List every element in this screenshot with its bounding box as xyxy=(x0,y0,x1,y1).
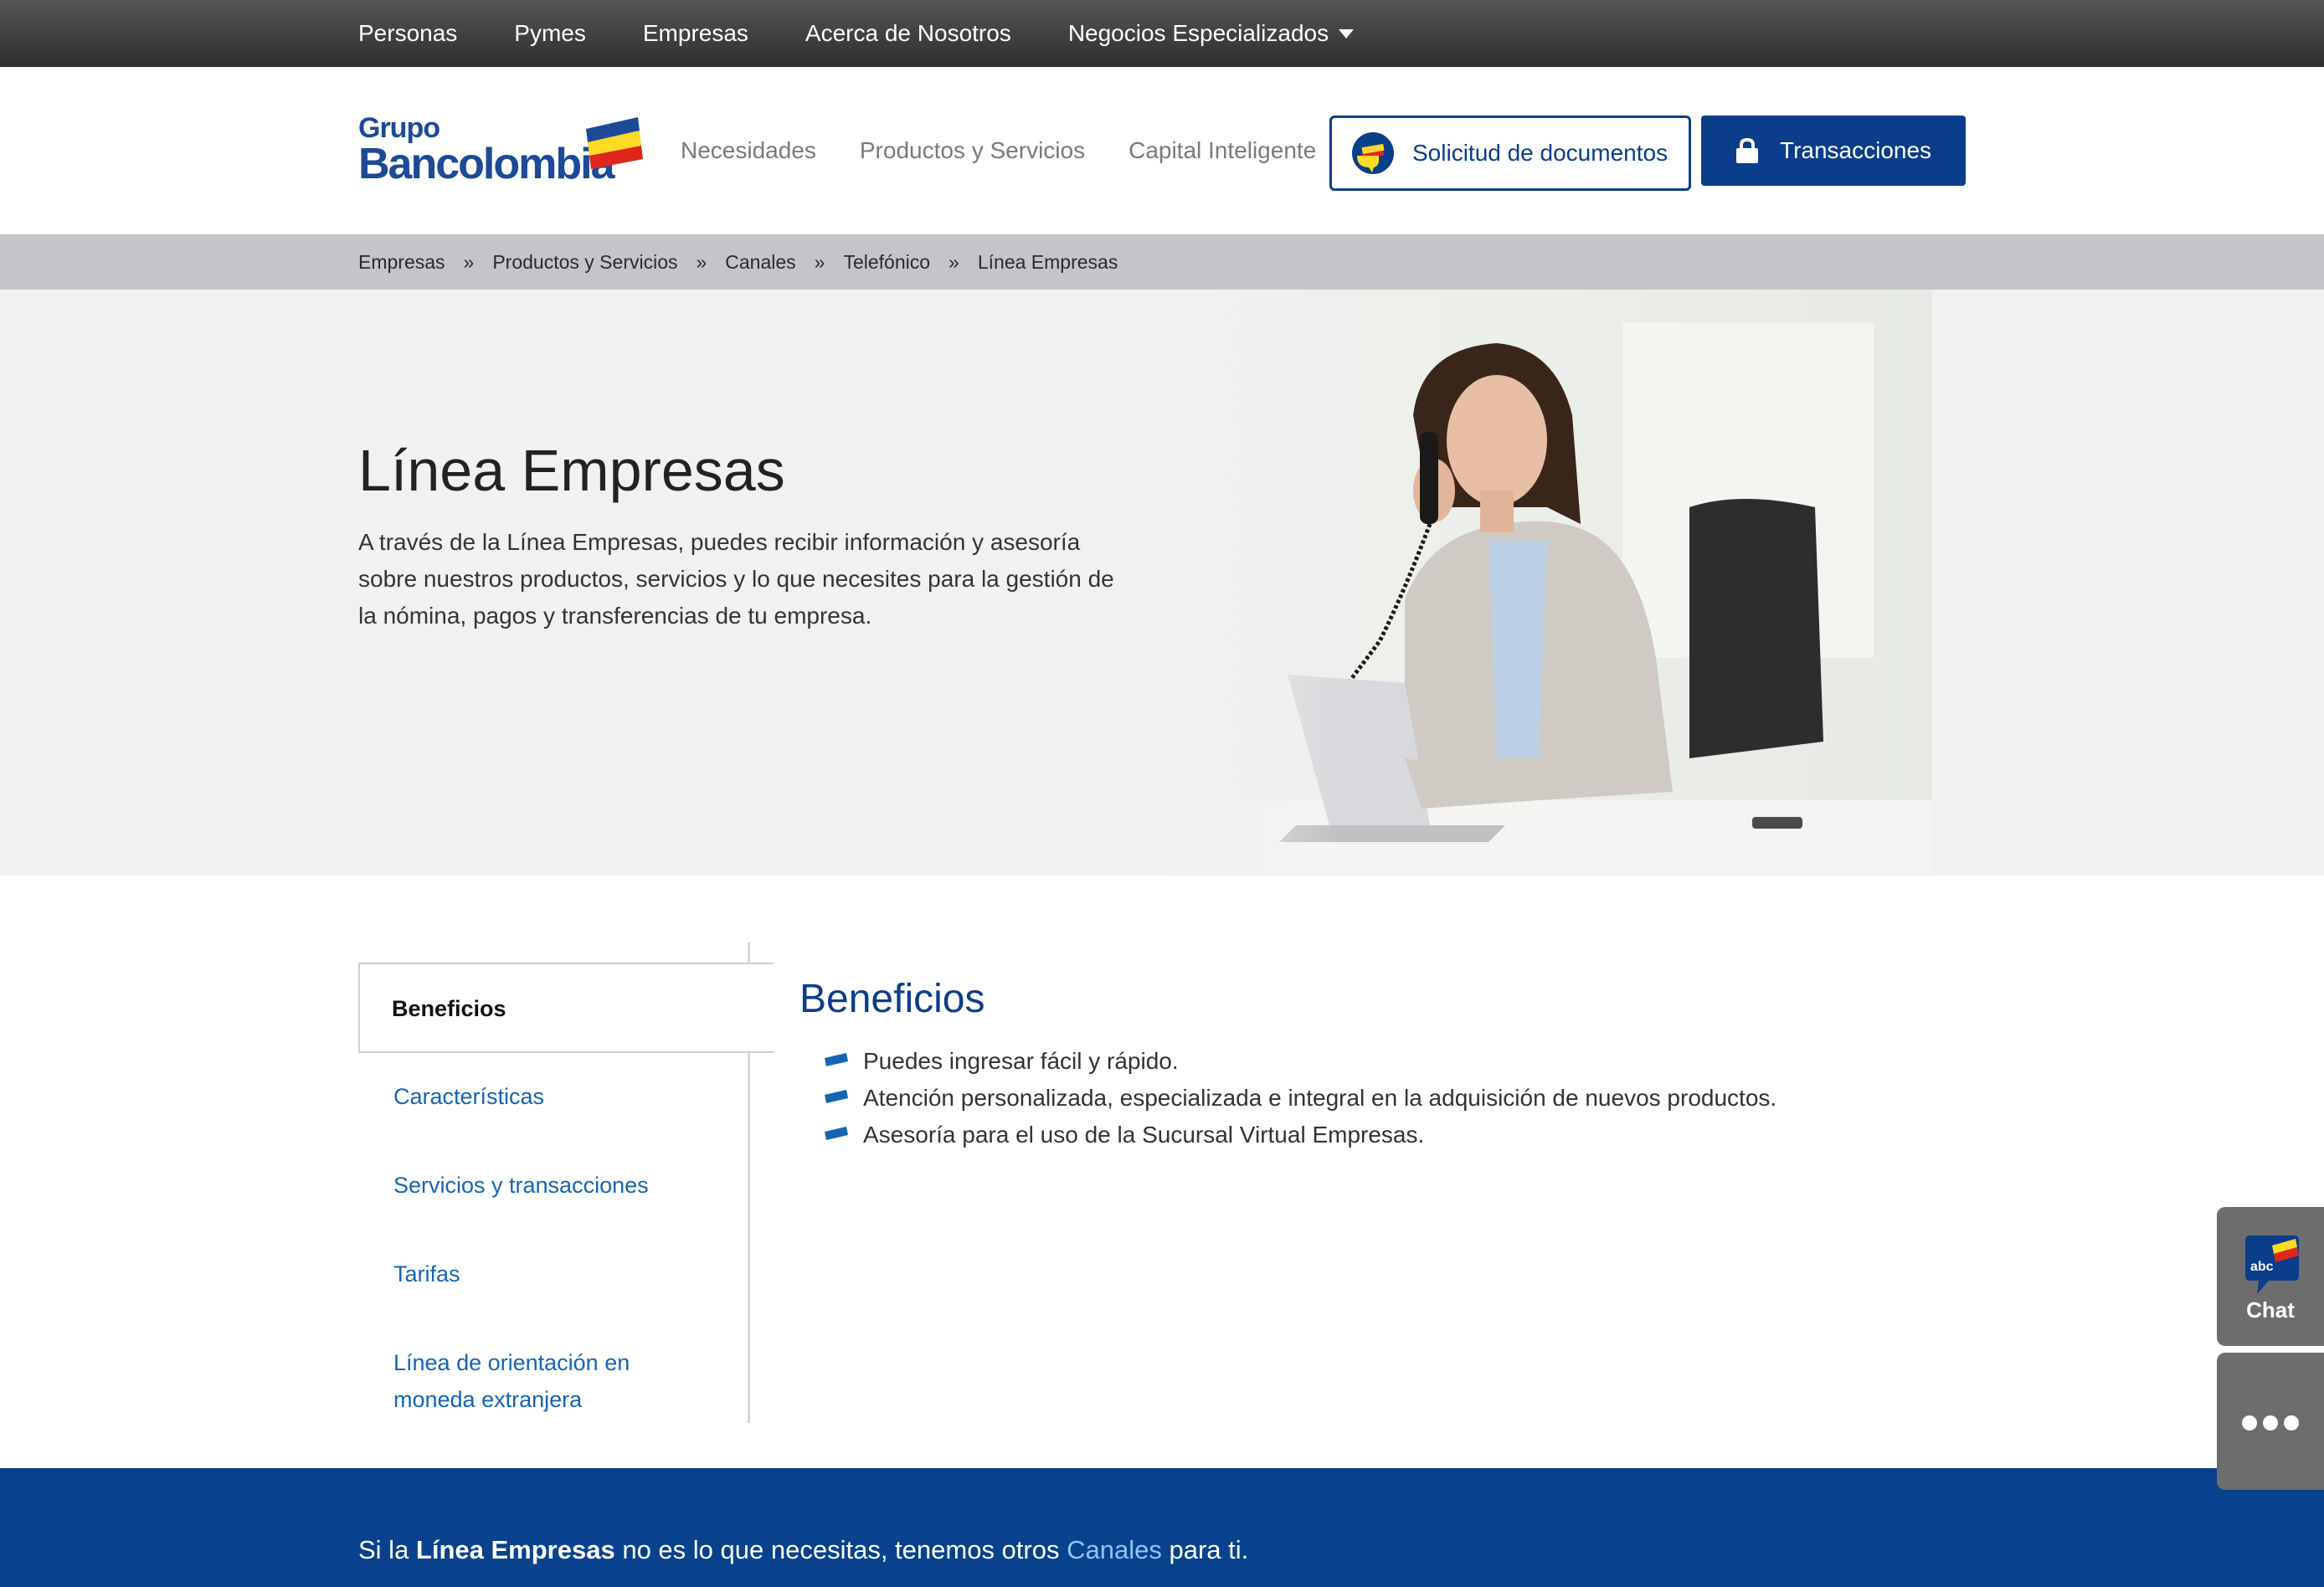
hero-description: A través de la Línea Empresas, puedes re… xyxy=(358,529,1114,629)
tab-navigation: Beneficios Características Servicios y t… xyxy=(358,942,774,1423)
band-prefix: Si la xyxy=(358,1535,416,1564)
tab-beneficios[interactable]: Beneficios xyxy=(358,963,774,1053)
breadcrumb-separator: » xyxy=(463,250,475,273)
main-nav: Necesidades Productos y Servicios Capita… xyxy=(681,67,1360,234)
breadcrumb-canales[interactable]: Canales xyxy=(725,251,795,274)
main-nav-productos[interactable]: Productos y Servicios xyxy=(860,137,1085,164)
chat-label: Chat xyxy=(2246,1297,2295,1322)
main-nav-necesidades[interactable]: Necesidades xyxy=(681,137,816,164)
chat-badge-text: abc xyxy=(2250,1260,2274,1274)
band-suffix: para ti. xyxy=(1161,1535,1249,1564)
chat-widget-button[interactable]: abc Chat xyxy=(2217,1207,2324,1346)
bullet-stripe-icon xyxy=(825,1127,848,1140)
solicitud-documentos-label: Solicitud de documentos xyxy=(1412,140,1668,166)
band-bold: Línea Empresas xyxy=(415,1535,615,1564)
documents-chat-icon xyxy=(1352,132,1394,174)
transacciones-button[interactable]: Transacciones xyxy=(1701,116,1966,186)
breadcrumb-separator: » xyxy=(949,250,959,273)
list-item: Puedes ingresar fácil y rápido. xyxy=(825,1043,1776,1080)
logo-stripes-icon xyxy=(586,117,643,169)
benefit-text: Puedes ingresar fácil y rápido. xyxy=(863,1048,1179,1074)
band-middle: no es lo que necesitas, tenemos otros xyxy=(614,1535,1067,1564)
canales-link[interactable]: Canales xyxy=(1067,1535,1162,1564)
top-nav-personas[interactable]: Personas xyxy=(358,20,457,47)
solicitud-documentos-button[interactable]: Solicitud de documentos xyxy=(1329,116,1691,191)
breadcrumb-telefonico[interactable]: Telefónico xyxy=(843,251,930,274)
section-title: Beneficios xyxy=(800,977,985,1021)
benefits-list: Puedes ingresar fácil y rápido. Atención… xyxy=(825,1043,1776,1153)
transacciones-label: Transacciones xyxy=(1780,137,1932,163)
tab-servicios-transacciones[interactable]: Servicios y transacciones xyxy=(393,1167,649,1204)
lock-icon xyxy=(1736,137,1758,163)
tab-tarifas[interactable]: Tarifas xyxy=(393,1256,460,1292)
top-nav-negocios-label: Negocios Especializados xyxy=(1067,20,1329,46)
breadcrumb-empresas[interactable]: Empresas xyxy=(358,251,445,274)
breadcrumb: Empresas » Productos y Servicios » Canal… xyxy=(0,234,2324,290)
breadcrumb-separator: » xyxy=(814,250,825,273)
tab-caracteristicas[interactable]: Características xyxy=(393,1078,544,1115)
tab-linea-moneda-extranjera[interactable]: Línea de orientación en moneda extranjer… xyxy=(393,1344,695,1418)
benefit-text: Asesoría para el uso de la Sucursal Virt… xyxy=(863,1122,1425,1148)
top-nav-pymes[interactable]: Pymes xyxy=(514,20,586,47)
more-dots-icon xyxy=(2242,1415,2257,1430)
page-title: Línea Empresas xyxy=(358,438,785,503)
more-dots-icon xyxy=(2284,1415,2299,1430)
bullet-stripe-icon xyxy=(825,1053,848,1066)
breadcrumb-productos[interactable]: Productos y Servicios xyxy=(492,251,677,274)
list-item: Asesoría para el uso de la Sucursal Virt… xyxy=(825,1117,1776,1153)
breadcrumb-separator: » xyxy=(696,250,707,273)
bancolombia-logo[interactable]: Grupo Bancolombia xyxy=(358,110,643,188)
caret-down-icon xyxy=(1339,28,1355,39)
tab-beneficios-label: Beneficios xyxy=(392,996,506,1021)
chat-bubble-icon: abc xyxy=(2245,1235,2299,1294)
top-nav-acerca[interactable]: Acerca de Nosotros xyxy=(805,20,1011,47)
other-channels-text: Si la Línea Empresas no es lo que necesi… xyxy=(358,1535,1248,1565)
other-channels-band: Si la Línea Empresas no es lo que necesi… xyxy=(0,1468,2324,1587)
logo-text-bancolombia: Bancolombia xyxy=(358,140,614,188)
top-nav-empresas[interactable]: Empresas xyxy=(643,20,748,47)
list-item: Atención personalizada, especializada e … xyxy=(825,1080,1776,1117)
top-nav-negocios-dropdown[interactable]: Negocios Especializados xyxy=(1067,20,1355,47)
main-nav-capital[interactable]: Capital Inteligente xyxy=(1129,137,1316,164)
hero-photo-woman-on-phone xyxy=(1154,290,1932,876)
benefit-text: Atención personalizada, especializada e … xyxy=(863,1085,1777,1111)
top-bar: Personas Pymes Empresas Acerca de Nosotr… xyxy=(0,0,2324,67)
breadcrumb-current: Línea Empresas xyxy=(977,250,1118,273)
bullet-stripe-icon xyxy=(825,1090,848,1103)
site-header: Grupo Bancolombia Necesidades Productos … xyxy=(0,67,2324,234)
more-options-button[interactable] xyxy=(2217,1353,2324,1490)
more-dots-icon xyxy=(2263,1415,2278,1430)
top-nav: Personas Pymes Empresas Acerca de Nosotr… xyxy=(358,0,1411,67)
